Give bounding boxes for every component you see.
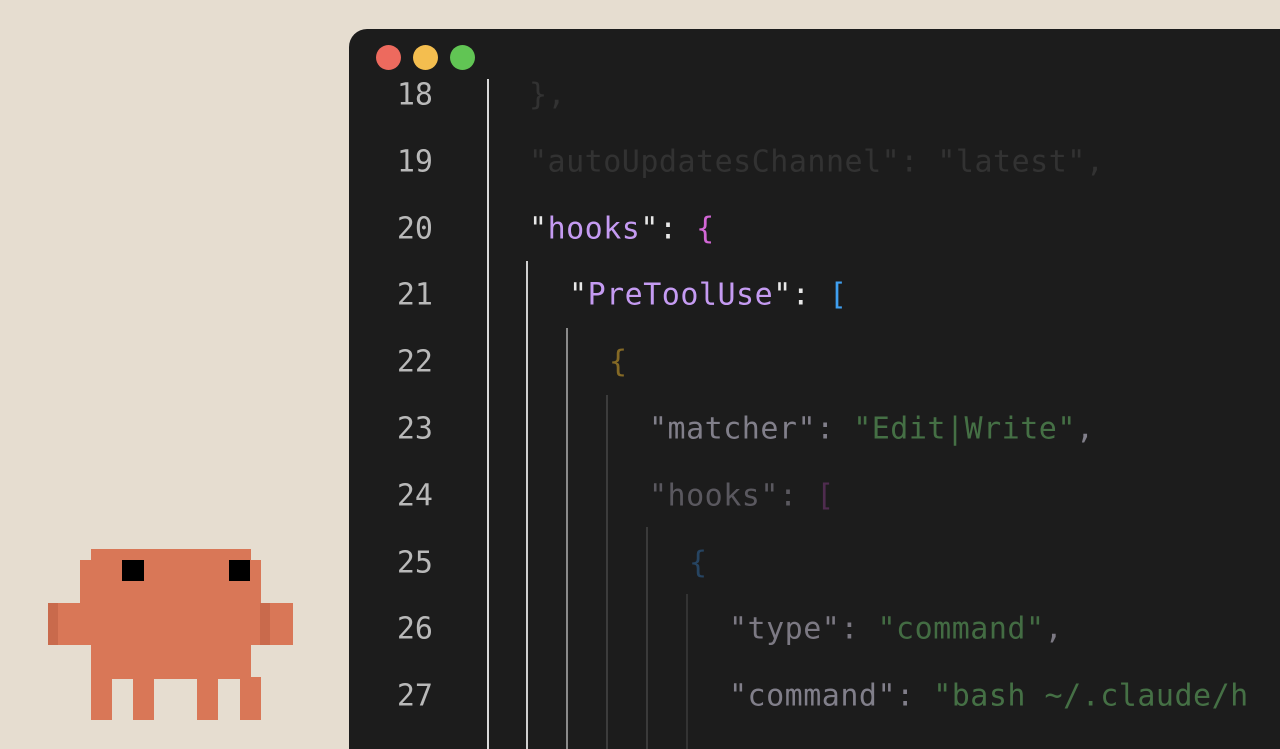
code-text: "command": "bash ~/.claude/h (729, 679, 1249, 714)
code-line[interactable]: 18}, (349, 62, 1280, 129)
code-token: : (840, 611, 878, 647)
code-text: "autoUpdatesChannel": "latest", (529, 144, 1104, 179)
code-token: "command" (877, 611, 1045, 647)
code-line[interactable]: 22 { (349, 329, 1280, 396)
line-number: 23 (396, 411, 433, 447)
code-text: { (689, 545, 708, 580)
code-token: , (1075, 411, 1095, 447)
code-editor-window: 18}, 19 "autoUpdatesChannel": "latest", 20 "… (349, 29, 1280, 749)
code-token: : (816, 411, 854, 447)
line-number: 27 (396, 678, 433, 714)
code-line[interactable]: 23 "matcher": "Edit|Write", (349, 396, 1280, 463)
code-token: " (640, 211, 659, 247)
line-number: 22 (396, 344, 433, 380)
line-number: 26 (396, 611, 433, 647)
code-token: " (569, 277, 588, 313)
line-number: 20 (396, 211, 433, 247)
code-token: "autoUpdatesChannel" (529, 144, 901, 180)
code-token: }, (529, 77, 567, 113)
code-line[interactable]: 24 "hooks": [ (349, 462, 1280, 529)
code-token: "command" (729, 678, 897, 714)
code-token: PreToolUse (587, 277, 774, 313)
pixel-mascot-illustration (48, 549, 293, 720)
code-text: "hooks": { (529, 211, 715, 246)
mascot-right-eye (229, 560, 250, 581)
code-text: }, (529, 78, 566, 113)
code-token: "Edit|Write" (853, 411, 1076, 447)
code-token: , (1044, 611, 1064, 647)
code-token: "latest" (937, 144, 1086, 180)
code-text: "type": "command", (729, 612, 1063, 647)
code-line[interactable]: 19 "autoUpdatesChannel": "latest", (349, 128, 1280, 195)
code-token: [ (816, 478, 835, 514)
code-text: "PreToolUse": [ (569, 278, 847, 313)
code-token: " (529, 211, 548, 247)
code-token: "hooks" (649, 478, 779, 514)
line-number: 25 (396, 545, 433, 581)
code-token: "matcher" (649, 411, 817, 447)
mascot-left-eye (122, 560, 144, 581)
code-line[interactable]: 20 "hooks": { (349, 195, 1280, 262)
code-token: "type" (729, 611, 841, 647)
code-token: : (658, 211, 697, 247)
code-token: { (689, 545, 708, 581)
code-token: [ (828, 277, 848, 313)
code-token: , (1085, 144, 1105, 180)
line-number: 19 (396, 144, 433, 180)
code-token: "bash ~/.claude/h (933, 678, 1249, 714)
code-text: { (609, 345, 628, 380)
code-token: : (778, 478, 817, 514)
code-token: hooks (547, 211, 641, 247)
line-number: 24 (396, 478, 433, 514)
code-token: : (900, 144, 938, 180)
line-number: 18 (396, 77, 433, 113)
code-text: "matcher": "Edit|Write", (649, 412, 1095, 447)
line-number: 21 (396, 277, 433, 313)
code-line[interactable]: 21 "PreToolUse": [ (349, 262, 1280, 329)
code-token: : (791, 277, 829, 313)
code-token: { (609, 344, 628, 380)
code-token: { (696, 211, 715, 247)
code-line[interactable]: 25 { (349, 529, 1280, 596)
code-text: "hooks": [ (649, 478, 835, 513)
code-line[interactable]: 26 "type": "command", (349, 596, 1280, 663)
code-token: " (773, 277, 792, 313)
code-token: : (896, 678, 934, 714)
